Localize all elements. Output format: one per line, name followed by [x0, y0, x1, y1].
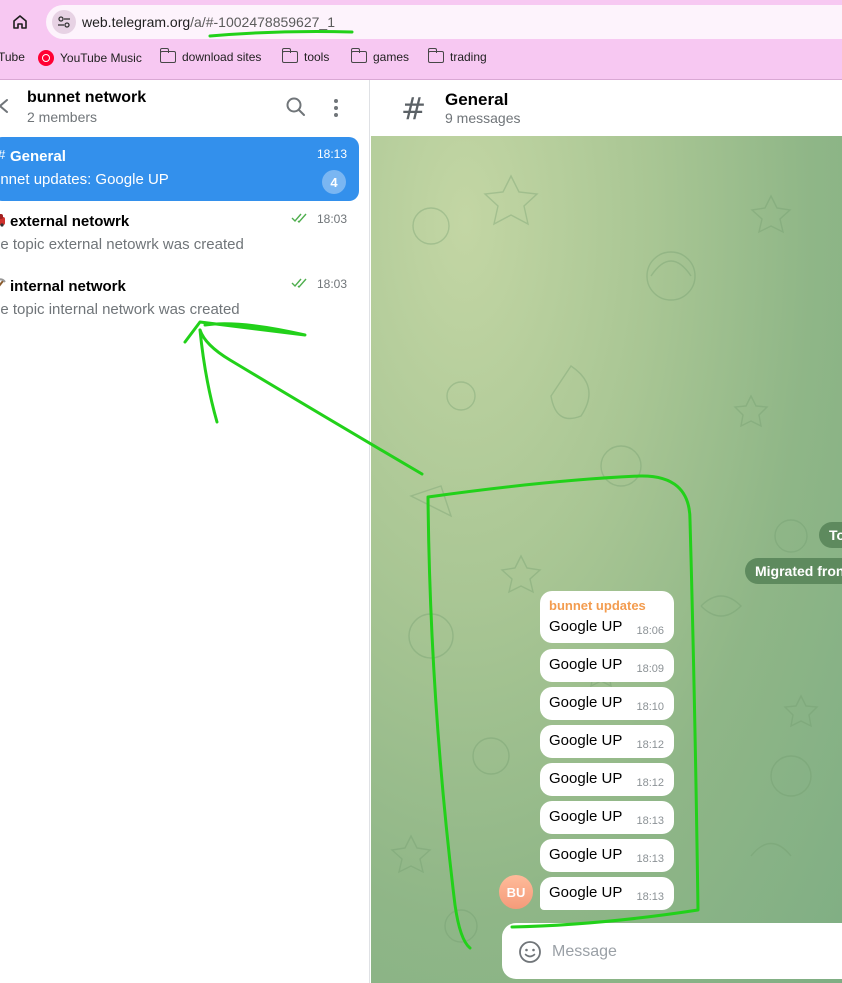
site-info-icon[interactable]: [52, 10, 76, 34]
folder-icon: [350, 48, 367, 63]
topic-preview: unnet updates: Google UP: [0, 171, 169, 188]
bookmark-youtube-music[interactable]: YouTube Music: [38, 50, 142, 66]
url-text[interactable]: web.telegram.org/a/#-1002478859627_1: [82, 14, 335, 30]
bookmark-label: YouTube Music: [60, 51, 142, 65]
chat-wallpaper: To Migrated fron bunnet updates Google U…: [371, 136, 842, 983]
chat-title: General: [445, 90, 509, 109]
message-time: 18:13: [636, 853, 664, 865]
bookmark-label: Tube: [0, 50, 25, 64]
back-button[interactable]: [0, 96, 16, 120]
pick-emoji-icon: [0, 277, 10, 295]
message-time: 18:09: [636, 663, 664, 675]
message-time: 18:12: [636, 739, 664, 751]
back-arrow-icon: [0, 99, 8, 113]
group-member-count: 2 members: [27, 109, 98, 125]
message-time: 18:10: [636, 701, 664, 713]
unread-badge: 4: [322, 170, 346, 194]
message-bubble[interactable]: bunnet updates Google UP 18:06: [540, 591, 674, 643]
emoji-button[interactable]: [518, 940, 542, 964]
topic-title: General: [10, 148, 66, 165]
message-text: Google UP: [549, 846, 623, 863]
sidebar-header: bunnet network 2 members: [0, 80, 370, 136]
topic-title: internal network: [10, 278, 126, 295]
topics-sidebar: bunnet network 2 members # General unnet…: [0, 80, 370, 983]
message-text: Google UP: [549, 656, 623, 673]
topic-title: external netowrk: [10, 213, 130, 230]
topic-preview: he topic external netowrk was created: [0, 236, 244, 253]
search-icon: [286, 97, 305, 116]
read-checkmarks-icon: [291, 278, 307, 289]
topic-time: 18:13: [316, 147, 347, 161]
more-vertical-icon: [334, 99, 338, 117]
bookmarks-bar: Tube YouTube Music download sites tools …: [0, 48, 842, 70]
topic-item-external-netowrk[interactable]: external netowrk he topic external netow…: [0, 202, 359, 266]
bookmark-games[interactable]: games: [350, 48, 410, 64]
read-checkmarks-icon: [291, 213, 307, 224]
home-icon: [13, 15, 27, 29]
topic-hash-icon: #: [401, 92, 427, 127]
chat-message-count: 9 messages: [445, 110, 521, 126]
folder-icon: [159, 48, 176, 63]
bookmark-label: tools: [304, 50, 330, 64]
topic-time: 18:03: [316, 212, 347, 226]
bookmark-download-sites[interactable]: download sites: [159, 48, 262, 64]
message-time: 18:13: [636, 891, 664, 903]
message-text: Google UP: [549, 808, 623, 825]
message-sender[interactable]: bunnet updates: [549, 598, 646, 613]
bookmark-youtube[interactable]: Tube: [0, 50, 25, 64]
bookmark-label: download sites: [182, 50, 262, 64]
message-input[interactable]: [552, 940, 832, 964]
message-text: Google UP: [549, 694, 623, 711]
url-host: web.telegram.org: [82, 14, 191, 30]
folder-icon: [427, 48, 444, 63]
smiley-icon: [519, 941, 541, 963]
topic-time: 18:03: [316, 277, 347, 291]
message-time: 18:06: [636, 625, 664, 637]
message-bubble[interactable]: Google UP 18:13: [540, 839, 674, 872]
bookmark-label: games: [373, 50, 410, 64]
message-bubble[interactable]: Google UP 18:12: [540, 763, 674, 796]
message-text: Google UP: [549, 732, 623, 749]
bookmark-trading[interactable]: trading: [427, 48, 487, 64]
message-text: Google UP: [549, 770, 623, 787]
chat-header[interactable]: # General 9 messages: [371, 80, 842, 136]
topic-item-general[interactable]: # General unnet updates: Google UP 18:13…: [0, 137, 359, 201]
topic-preview: he topic internal network was created: [0, 301, 240, 318]
message-bubble[interactable]: Google UP 18:10: [540, 687, 674, 720]
message-bubble[interactable]: Google UP 18:12: [540, 725, 674, 758]
search-button[interactable]: [285, 96, 309, 120]
address-bar[interactable]: web.telegram.org/a/#-1002478859627_1: [46, 5, 842, 39]
message-bubble[interactable]: Google UP 18:13: [540, 877, 674, 910]
url-path: /a/#-1002478859627_1: [190, 14, 335, 30]
system-message-pill: To: [819, 522, 842, 548]
home-button[interactable]: [8, 10, 32, 34]
group-title: bunnet network: [27, 89, 147, 106]
message-time: 18:13: [636, 815, 664, 827]
more-menu-button[interactable]: [326, 96, 346, 120]
topic-item-internal-network[interactable]: internal network he topic internal netwo…: [0, 267, 359, 331]
message-text: Google UP: [549, 618, 623, 635]
message-bubble[interactable]: Google UP 18:09: [540, 649, 674, 682]
message-text: Google UP: [549, 884, 623, 901]
youtube-music-icon: [38, 50, 54, 66]
message-time: 18:12: [636, 777, 664, 789]
car-emoji-icon: [0, 212, 10, 230]
browser-toolbar: web.telegram.org/a/#-1002478859627_1 Tub…: [0, 0, 842, 80]
bookmark-label: trading: [450, 50, 487, 64]
bookmark-tools[interactable]: tools: [281, 48, 330, 64]
folder-icon: [281, 48, 298, 63]
sender-avatar[interactable]: BU: [499, 875, 533, 909]
chat-panel: # General 9 messages To Migrated fron bu…: [371, 80, 842, 983]
system-message-pill: Migrated fron: [745, 558, 842, 584]
message-composer: [502, 923, 842, 979]
message-bubble[interactable]: Google UP 18:13: [540, 801, 674, 834]
